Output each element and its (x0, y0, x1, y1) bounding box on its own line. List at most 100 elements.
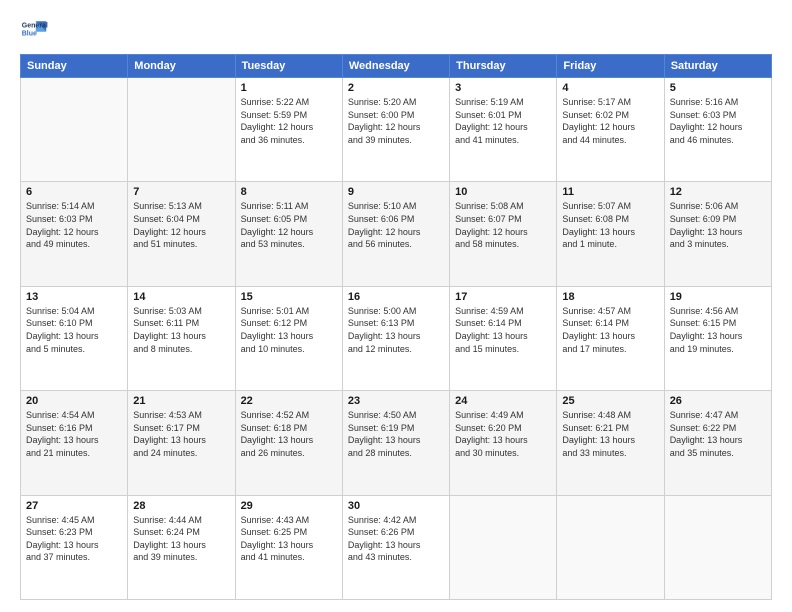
day-number: 1 (241, 82, 337, 94)
day-number: 7 (133, 186, 229, 198)
weekday-header-tuesday: Tuesday (235, 55, 342, 78)
day-info: Sunrise: 5:10 AM Sunset: 6:06 PM Dayligh… (348, 200, 444, 250)
weekday-header-row: SundayMondayTuesdayWednesdayThursdayFrid… (21, 55, 772, 78)
day-info: Sunrise: 5:00 AM Sunset: 6:13 PM Dayligh… (348, 305, 444, 355)
day-info: Sunrise: 5:11 AM Sunset: 6:05 PM Dayligh… (241, 200, 337, 250)
calendar-cell (21, 78, 128, 182)
calendar-cell: 3Sunrise: 5:19 AM Sunset: 6:01 PM Daylig… (450, 78, 557, 182)
day-number: 21 (133, 395, 229, 407)
day-info: Sunrise: 5:17 AM Sunset: 6:02 PM Dayligh… (562, 96, 658, 146)
day-number: 25 (562, 395, 658, 407)
day-info: Sunrise: 4:53 AM Sunset: 6:17 PM Dayligh… (133, 409, 229, 459)
day-info: Sunrise: 4:43 AM Sunset: 6:25 PM Dayligh… (241, 514, 337, 564)
day-info: Sunrise: 4:57 AM Sunset: 6:14 PM Dayligh… (562, 305, 658, 355)
calendar-week-row: 27Sunrise: 4:45 AM Sunset: 6:23 PM Dayli… (21, 495, 772, 599)
day-number: 8 (241, 186, 337, 198)
calendar-cell: 12Sunrise: 5:06 AM Sunset: 6:09 PM Dayli… (664, 182, 771, 286)
calendar-cell: 6 Sunrise: 5:14 AM Sunset: 6:03 PM Daylig… (21, 182, 128, 286)
day-info: Sunrise: 5:19 AM Sunset: 6:01 PM Dayligh… (455, 96, 551, 146)
day-number: 14 (133, 291, 229, 303)
weekday-header-wednesday: Wednesday (342, 55, 449, 78)
weekday-header-sunday: Sunday (21, 55, 128, 78)
calendar-cell: 17 Sunrise: 4:59 AM Sunset: 6:14 PM Dayli… (450, 286, 557, 390)
calendar-cell: 23Sunrise: 4:50 AM Sunset: 6:19 PM Dayli… (342, 391, 449, 495)
day-info: Sunrise: 4:48 AM Sunset: 6:21 PM Dayligh… (562, 409, 658, 459)
day-info: Sunrise: 5:13 AM Sunset: 6:04 PM Dayligh… (133, 200, 229, 250)
day-info: Sunrise: 5:08 AM Sunset: 6:07 PM Dayligh… (455, 200, 551, 250)
day-info: Sunrise: 4:54 AM Sunset: 6:16 PM Dayligh… (26, 409, 122, 459)
calendar-cell: 22 Sunrise: 4:52 AM Sunset: 6:18 PM Dayli… (235, 391, 342, 495)
day-info: Sunrise: 4:47 AM Sunset: 6:22 PM Dayligh… (670, 409, 766, 459)
day-number: 17 (455, 291, 551, 303)
calendar-cell: 4Sunrise: 5:17 AM Sunset: 6:02 PM Daylig… (557, 78, 664, 182)
calendar-cell: 8 Sunrise: 5:11 AM Sunset: 6:05 PM Daylig… (235, 182, 342, 286)
day-number: 12 (670, 186, 766, 198)
day-number: 28 (133, 500, 229, 512)
day-info: Sunrise: 5:16 AM Sunset: 6:03 PM Dayligh… (670, 96, 766, 146)
day-info: Sunrise: 5:04 AM Sunset: 6:10 PM Dayligh… (26, 305, 122, 355)
calendar-cell: 28 Sunrise: 4:44 AM Sunset: 6:24 PM Dayli… (128, 495, 235, 599)
day-info: Sunrise: 5:03 AM Sunset: 6:11 PM Dayligh… (133, 305, 229, 355)
day-number: 15 (241, 291, 337, 303)
calendar-cell: 19Sunrise: 4:56 AM Sunset: 6:15 PM Dayli… (664, 286, 771, 390)
calendar-cell: 20 Sunrise: 4:54 AM Sunset: 6:16 PM Dayli… (21, 391, 128, 495)
day-info: Sunrise: 4:56 AM Sunset: 6:15 PM Dayligh… (670, 305, 766, 355)
day-number: 29 (241, 500, 337, 512)
calendar-cell: 7 Sunrise: 5:13 AM Sunset: 6:04 PM Daylig… (128, 182, 235, 286)
logo-icon: General Blue (20, 16, 48, 44)
calendar-cell: 25 Sunrise: 4:48 AM Sunset: 6:21 PM Dayli… (557, 391, 664, 495)
day-number: 23 (348, 395, 444, 407)
day-number: 30 (348, 500, 444, 512)
day-info: Sunrise: 4:49 AM Sunset: 6:20 PM Dayligh… (455, 409, 551, 459)
calendar-cell: 10 Sunrise: 5:08 AM Sunset: 6:07 PM Dayli… (450, 182, 557, 286)
day-info: Sunrise: 5:22 AM Sunset: 5:59 PM Dayligh… (241, 96, 337, 146)
weekday-header-friday: Friday (557, 55, 664, 78)
day-number: 9 (348, 186, 444, 198)
calendar-cell: 30Sunrise: 4:42 AM Sunset: 6:26 PM Dayli… (342, 495, 449, 599)
day-number: 27 (26, 500, 122, 512)
day-number: 20 (26, 395, 122, 407)
page: General Blue SundayMondayTuesdayWednesda… (0, 0, 792, 612)
day-info: Sunrise: 4:59 AM Sunset: 6:14 PM Dayligh… (455, 305, 551, 355)
day-info: Sunrise: 4:44 AM Sunset: 6:24 PM Dayligh… (133, 514, 229, 564)
day-number: 5 (670, 82, 766, 94)
svg-text:Blue: Blue (22, 30, 37, 37)
day-number: 24 (455, 395, 551, 407)
day-number: 11 (562, 186, 658, 198)
day-number: 18 (562, 291, 658, 303)
day-number: 16 (348, 291, 444, 303)
day-number: 10 (455, 186, 551, 198)
day-info: Sunrise: 5:01 AM Sunset: 6:12 PM Dayligh… (241, 305, 337, 355)
calendar-cell: 11 Sunrise: 5:07 AM Sunset: 6:08 PM Dayli… (557, 182, 664, 286)
calendar-cell: 2 Sunrise: 5:20 AM Sunset: 6:00 PM Daylig… (342, 78, 449, 182)
calendar-cell: 5 Sunrise: 5:16 AM Sunset: 6:03 PM Daylig… (664, 78, 771, 182)
calendar-week-row: 1 Sunrise: 5:22 AM Sunset: 5:59 PM Daylig… (21, 78, 772, 182)
day-number: 26 (670, 395, 766, 407)
calendar-cell: 15 Sunrise: 5:01 AM Sunset: 6:12 PM Dayli… (235, 286, 342, 390)
day-number: 6 (26, 186, 122, 198)
day-info: Sunrise: 5:07 AM Sunset: 6:08 PM Dayligh… (562, 200, 658, 250)
weekday-header-saturday: Saturday (664, 55, 771, 78)
weekday-header-thursday: Thursday (450, 55, 557, 78)
weekday-header-monday: Monday (128, 55, 235, 78)
day-info: Sunrise: 5:14 AM Sunset: 6:03 PM Dayligh… (26, 200, 122, 250)
day-number: 2 (348, 82, 444, 94)
day-info: Sunrise: 4:52 AM Sunset: 6:18 PM Dayligh… (241, 409, 337, 459)
svg-text:General: General (22, 22, 48, 29)
calendar-cell (664, 495, 771, 599)
day-info: Sunrise: 5:20 AM Sunset: 6:00 PM Dayligh… (348, 96, 444, 146)
calendar-cell: 24 Sunrise: 4:49 AM Sunset: 6:20 PM Dayli… (450, 391, 557, 495)
calendar-cell: 16 Sunrise: 5:00 AM Sunset: 6:13 PM Dayli… (342, 286, 449, 390)
calendar-cell: 26 Sunrise: 4:47 AM Sunset: 6:22 PM Dayli… (664, 391, 771, 495)
logo: General Blue (20, 16, 52, 44)
calendar-cell: 9 Sunrise: 5:10 AM Sunset: 6:06 PM Daylig… (342, 182, 449, 286)
calendar-cell (128, 78, 235, 182)
calendar-cell (450, 495, 557, 599)
calendar-week-row: 6 Sunrise: 5:14 AM Sunset: 6:03 PM Daylig… (21, 182, 772, 286)
day-number: 22 (241, 395, 337, 407)
calendar-cell (557, 495, 664, 599)
calendar-cell: 14 Sunrise: 5:03 AM Sunset: 6:11 PM Dayli… (128, 286, 235, 390)
header: General Blue (20, 16, 772, 44)
calendar-table: SundayMondayTuesdayWednesdayThursdayFrid… (20, 54, 772, 600)
calendar-cell: 27Sunrise: 4:45 AM Sunset: 6:23 PM Dayli… (21, 495, 128, 599)
